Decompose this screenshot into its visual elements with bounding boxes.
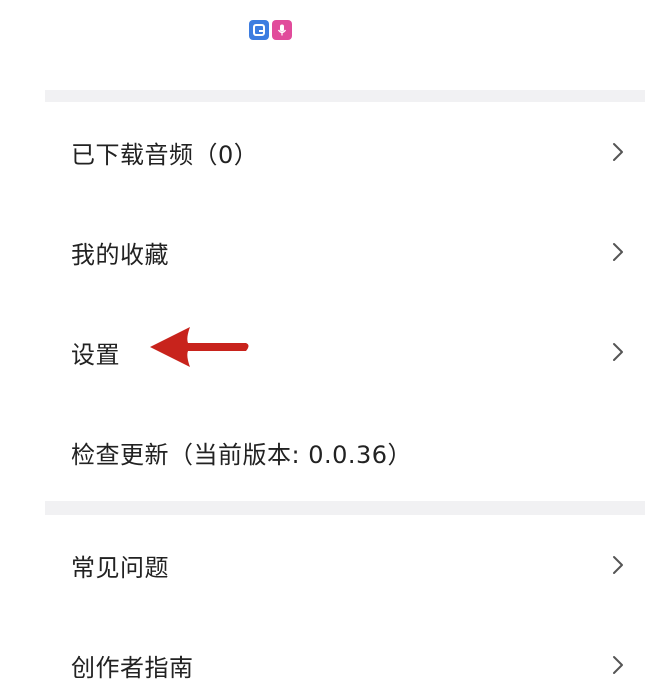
chevron-right-icon [613, 343, 623, 361]
section-divider [45, 90, 645, 102]
menu-item-label: 设置 [71, 340, 120, 369]
profile-menu-page: 已下载音频（0） 我的收藏 设置 检查更新（当前版本: 0.0.36） 常见问题… [0, 0, 662, 695]
logo-group [249, 20, 292, 40]
chevron-right-icon [613, 243, 623, 261]
chevron-right-icon [613, 656, 623, 674]
menu-item-my-favorites[interactable]: 我的收藏 [45, 202, 645, 302]
menu-item-label: 创作者指南 [71, 653, 194, 682]
menu-item-downloaded-audio[interactable]: 已下载音频（0） [45, 102, 645, 202]
menu-item-label: 常见问题 [71, 553, 169, 582]
menu-item-label: 已下载音频（0） [71, 140, 259, 169]
menu-item-label: 检查更新（当前版本: 0.0.36） [71, 440, 413, 469]
chevron-right-icon [613, 143, 623, 161]
microphone-logo-icon [272, 20, 292, 40]
red-arrow-left-icon [150, 327, 249, 367]
header-logo-strip [0, 0, 662, 90]
section-divider [45, 501, 645, 515]
menu-item-settings[interactable]: 设置 [45, 302, 645, 402]
menu-item-check-update[interactable]: 检查更新（当前版本: 0.0.36） [45, 402, 645, 502]
chevron-right-icon [613, 556, 623, 574]
menu-item-creator-guide[interactable]: 创作者指南 [45, 615, 645, 695]
menu-item-label: 我的收藏 [71, 240, 169, 269]
menu-item-faq[interactable]: 常见问题 [45, 515, 645, 615]
app-logo-icon [249, 20, 269, 40]
